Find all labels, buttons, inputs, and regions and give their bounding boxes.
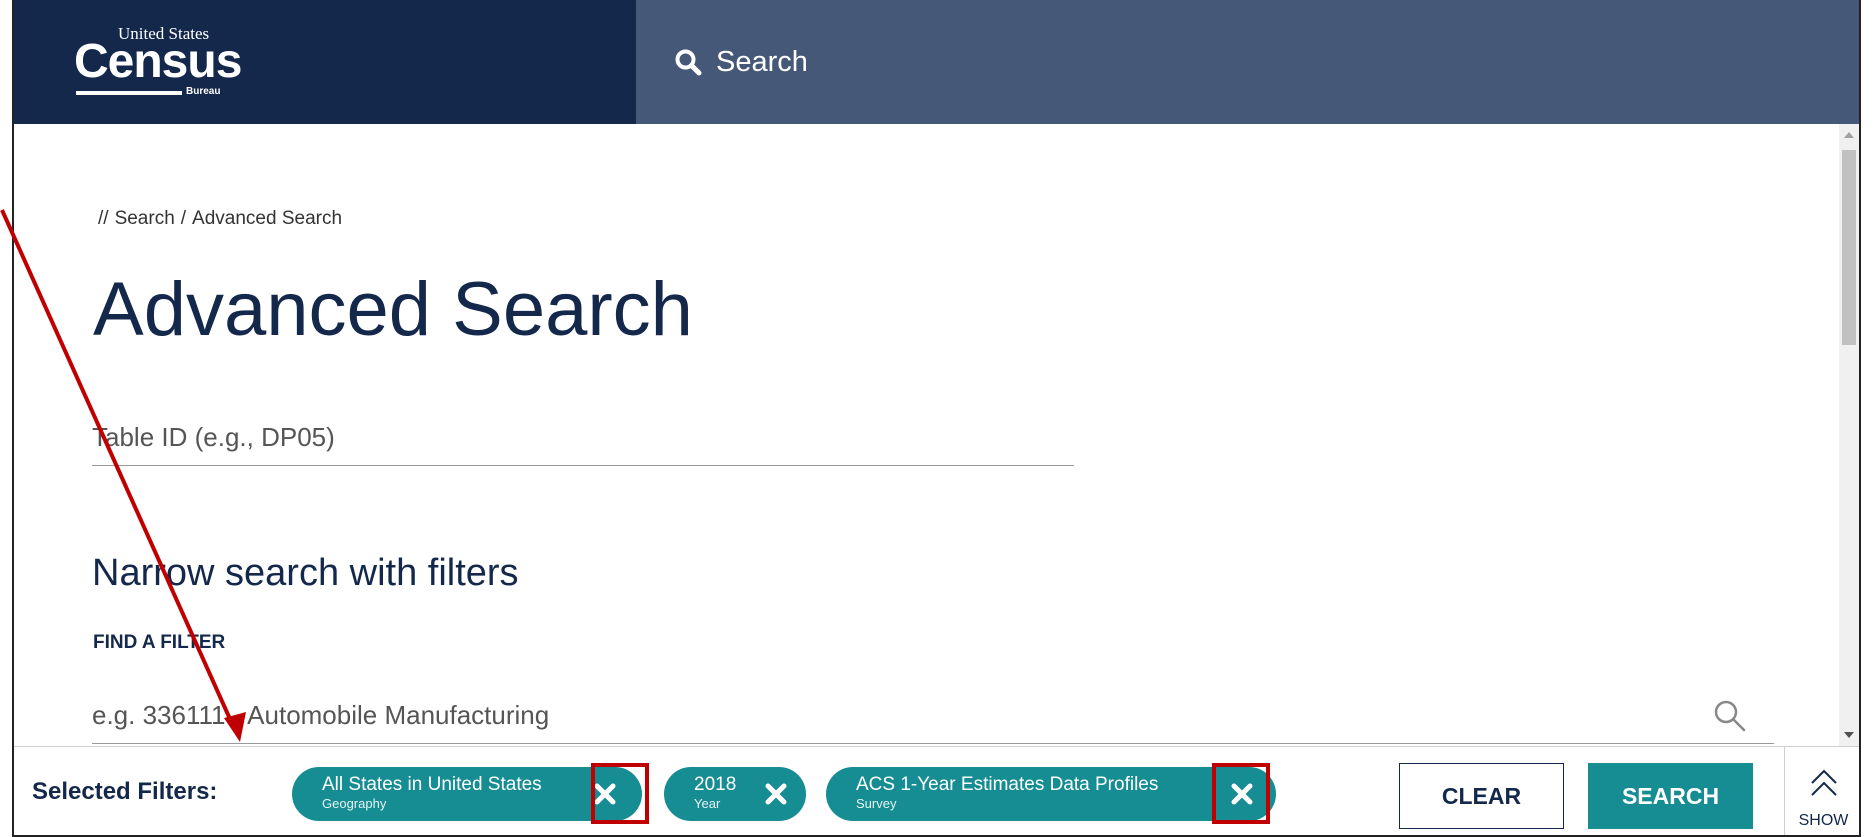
browser-window: United States Census Bureau Search // Sea… [12, 0, 1861, 837]
scrollbar-thumb[interactable] [1842, 150, 1856, 345]
magnifier-icon[interactable] [1712, 698, 1748, 734]
breadcrumb-separator: / [180, 208, 187, 229]
chip-category: Survey [856, 796, 897, 811]
search-icon [675, 49, 702, 76]
filter-chip-geography[interactable]: All States in United States Geography [292, 767, 642, 821]
search-button[interactable]: SEARCH [1588, 763, 1753, 829]
chevron-double-up-icon [1811, 769, 1837, 796]
census-logo[interactable]: United States Census Bureau [74, 24, 244, 104]
filter-chip-year[interactable]: 2018 Year [664, 767, 806, 821]
show-label: SHOW [1798, 812, 1849, 829]
logo-underline [76, 91, 182, 95]
find-filter-label: FIND A FILTER [93, 632, 226, 653]
annotation-highlight-box [591, 763, 649, 824]
page-scrollbar[interactable] [1839, 124, 1859, 746]
filter-chip-survey[interactable]: ACS 1-Year Estimates Data Profiles Surve… [826, 767, 1276, 821]
logo-bureau: Bureau [186, 86, 221, 97]
scroll-down-icon[interactable] [1844, 732, 1854, 738]
header-search-button[interactable]: Search [636, 0, 1859, 124]
annotation-highlight-box [1212, 763, 1270, 824]
show-toggle-button[interactable]: SHOW [1784, 747, 1859, 835]
chip-value: ACS 1-Year Estimates Data Profiles [856, 774, 1159, 795]
header-search-label: Search [716, 45, 808, 78]
screenshot-frame: United States Census Bureau Search // Sea… [0, 0, 1873, 837]
selected-filters-label: Selected Filters: [32, 778, 218, 805]
chip-value: All States in United States [322, 774, 542, 795]
breadcrumb-search[interactable]: Search [115, 208, 175, 229]
header-logo-area: United States Census Bureau [14, 0, 636, 124]
chip-category: Geography [322, 796, 387, 811]
filters-heading: Narrow search with filters [92, 552, 519, 594]
scroll-up-icon[interactable] [1844, 132, 1854, 138]
close-icon[interactable] [764, 782, 788, 806]
page-title: Advanced Search [93, 267, 693, 352]
chip-category: Year [694, 796, 721, 811]
selected-filters-bar: Selected Filters: All States in United S… [14, 746, 1859, 835]
chip-value: 2018 [694, 774, 737, 795]
clear-button[interactable]: CLEAR [1399, 763, 1564, 829]
breadcrumb: // Search / Advanced Search [98, 208, 348, 230]
logo-census: Census [74, 35, 242, 88]
breadcrumb-current: Advanced Search [192, 208, 343, 229]
breadcrumb-prefix: // [98, 208, 109, 229]
table-id-input[interactable] [92, 410, 1074, 466]
find-filter-input[interactable] [92, 688, 1774, 744]
